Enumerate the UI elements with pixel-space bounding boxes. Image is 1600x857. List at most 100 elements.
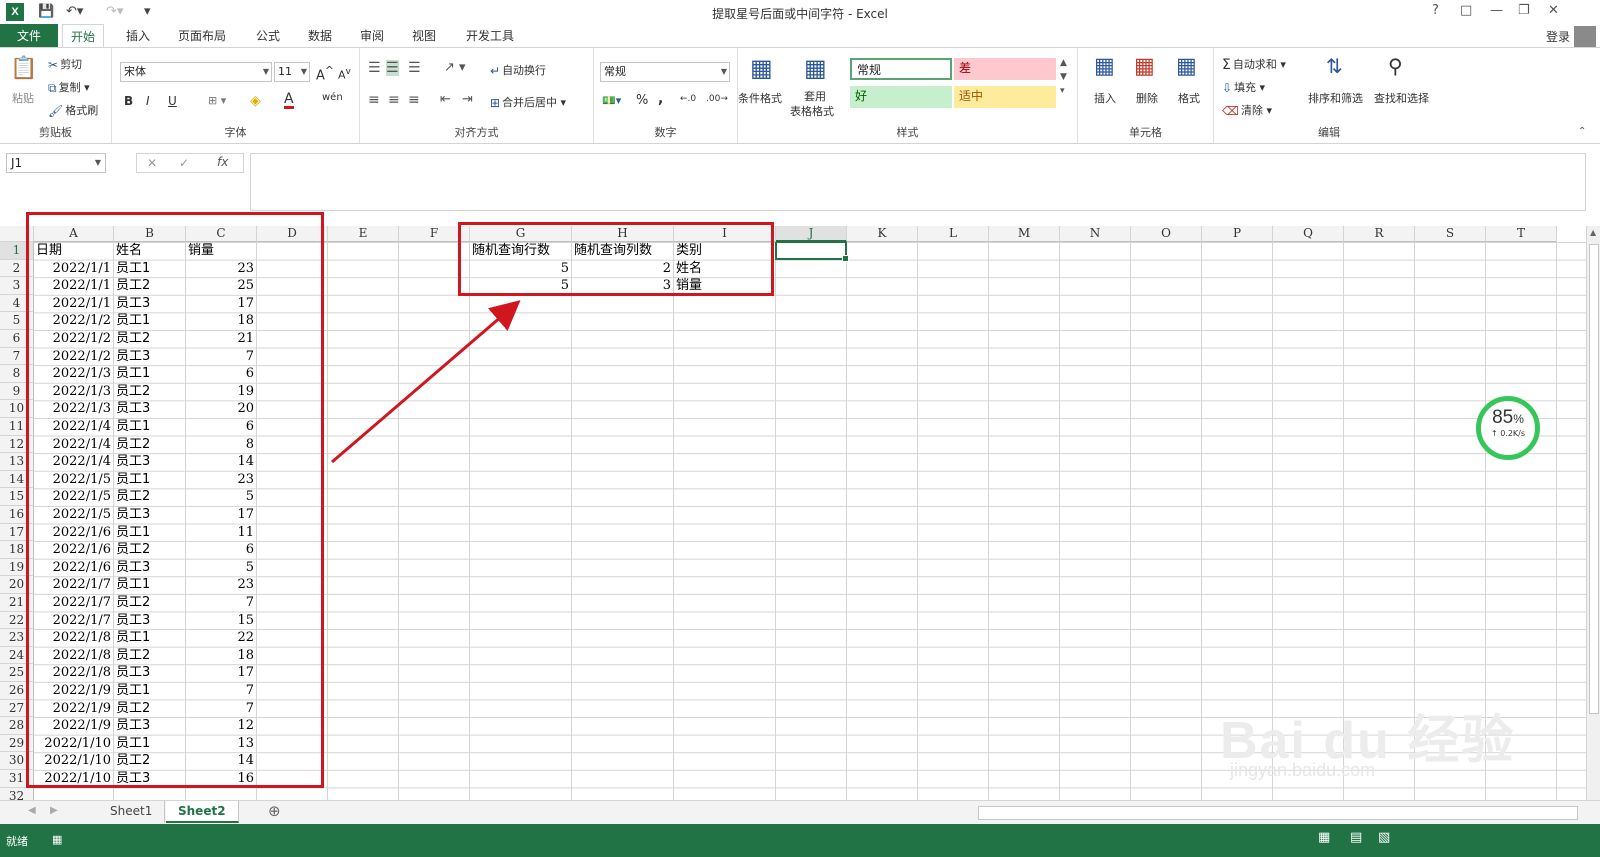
font-size-select[interactable]: 11 ▼	[274, 62, 310, 82]
enter-icon[interactable]: ✓	[179, 156, 189, 170]
maximize-icon[interactable]: ❐	[1518, 3, 1530, 18]
column-header-s[interactable]: S	[1415, 226, 1486, 242]
brush-icon: 🖌	[48, 104, 64, 118]
minimize-icon[interactable]: —	[1490, 3, 1503, 18]
scroll-up-icon[interactable]: ▲	[1590, 228, 1596, 237]
font-name-select[interactable]: 宋体 ▼	[120, 62, 272, 82]
sort-filter-button[interactable]: 排序和筛选	[1308, 90, 1363, 106]
delete-cells-button[interactable]: 删除	[1136, 90, 1158, 106]
network-speed-widget[interactable]: 85% ↑ 0.2K/s	[1476, 396, 1540, 460]
currency-icon[interactable]: 💵▾	[602, 94, 621, 107]
style-good[interactable]: 好	[850, 86, 952, 108]
tab-developer[interactable]: 开发工具	[458, 24, 522, 48]
column-header-n[interactable]: N	[1060, 226, 1131, 242]
underline-button[interactable]: U	[168, 94, 177, 108]
conditional-format-button[interactable]: 条件格式	[738, 90, 782, 106]
cancel-icon[interactable]: ✕	[147, 156, 157, 170]
vertical-scrollbar[interactable]: ▲	[1586, 226, 1600, 800]
style-neutral[interactable]: 适中	[954, 86, 1056, 108]
increase-indent-icon[interactable]: ⇥	[462, 92, 473, 107]
page-layout-view-icon[interactable]: ▤	[1350, 830, 1362, 845]
grow-font-icon[interactable]: A^	[316, 64, 334, 83]
avatar[interactable]	[1574, 26, 1596, 48]
prev-sheet-icon[interactable]: ◀	[28, 805, 36, 816]
align-middle-icon[interactable]: ☰	[386, 60, 399, 76]
normal-view-icon[interactable]: ▦	[1318, 830, 1330, 845]
italic-button[interactable]: I	[146, 94, 150, 108]
column-header-t[interactable]: T	[1486, 226, 1557, 242]
column-header-k[interactable]: K	[847, 226, 918, 242]
gridline	[673, 242, 674, 802]
phonetic-icon[interactable]: wén	[322, 92, 343, 103]
add-sheet-icon[interactable]: ⊕	[268, 802, 281, 820]
format-painter-button[interactable]: 🖌 格式刷	[48, 102, 98, 118]
column-header-p[interactable]: P	[1202, 226, 1273, 242]
tab-file[interactable]: 文件	[0, 24, 58, 48]
tab-formulas[interactable]: 公式	[248, 24, 288, 48]
tab-home[interactable]: 开始	[62, 24, 105, 48]
format-cells-button[interactable]: 格式	[1178, 90, 1200, 106]
column-header-l[interactable]: L	[918, 226, 989, 242]
number-format-select[interactable]: 常规 ▼	[600, 62, 730, 82]
find-select-button[interactable]: 查找和选择	[1374, 90, 1429, 106]
column-header-o[interactable]: O	[1131, 226, 1202, 242]
next-sheet-icon[interactable]: ▶	[50, 805, 58, 816]
copy-button[interactable]: ⧉ 复制 ▾	[48, 79, 90, 96]
login-link[interactable]: 登录	[1546, 28, 1570, 45]
increase-decimal-icon[interactable]: ←.0	[680, 94, 696, 104]
percent-button[interactable]: %	[636, 93, 648, 108]
help-icon[interactable]: ?	[1432, 3, 1439, 18]
tab-review[interactable]: 审阅	[352, 24, 392, 48]
comma-button[interactable]: ,	[658, 91, 663, 107]
tab-page-layout[interactable]: 页面布局	[170, 24, 234, 48]
fill-button[interactable]: ⇩ 填充 ▾	[1222, 79, 1265, 95]
delete-cells-icon: ▦	[1134, 54, 1155, 79]
decrease-decimal-icon[interactable]: .00→	[706, 94, 728, 104]
bold-button[interactable]: B	[124, 94, 133, 108]
ribbon-display-icon[interactable]: □	[1460, 3, 1472, 18]
editing-group: Σ 自动求和 ▾ ⇩ 填充 ▾ ⌫ 清除 ▾ ⇅ 排序和筛选 ⚲ 查找和选择 编辑	[1214, 48, 1444, 143]
column-header-j[interactable]: J	[776, 226, 847, 242]
horizontal-scrollbar[interactable]	[978, 806, 1578, 820]
tab-data[interactable]: 数据	[300, 24, 340, 48]
align-left-icon[interactable]: ≡	[368, 92, 380, 108]
align-right-icon[interactable]: ≡	[408, 92, 420, 108]
align-top-icon[interactable]: ☰	[368, 60, 381, 76]
wrap-text-button[interactable]: ↵ 自动换行	[490, 62, 546, 78]
column-header-r[interactable]: R	[1344, 226, 1415, 242]
style-bad[interactable]: 差	[954, 58, 1056, 80]
merge-center-button[interactable]: ⊞ 合并后居中 ▾	[490, 94, 566, 110]
fill-color-icon[interactable]: ◈	[250, 93, 261, 109]
orientation-icon[interactable]: ↗ ▾	[444, 60, 466, 75]
sheet-tab-1[interactable]: Sheet1	[98, 801, 166, 823]
paste-button[interactable]: 粘贴	[12, 90, 34, 106]
style-normal[interactable]: 常规	[850, 58, 952, 80]
insert-function-button[interactable]: fx	[217, 155, 228, 169]
border-icon[interactable]: ⊞ ▾	[208, 94, 226, 107]
insert-cells-button[interactable]: 插入	[1094, 90, 1116, 106]
close-icon[interactable]: ✕	[1548, 3, 1559, 18]
vertical-scroll-thumb[interactable]	[1589, 244, 1599, 714]
cut-button[interactable]: ✂ 剪切	[48, 56, 82, 72]
collapse-ribbon-icon[interactable]: ⌃	[1578, 126, 1586, 137]
page-break-view-icon[interactable]: ▧	[1378, 830, 1390, 845]
column-header-m[interactable]: M	[989, 226, 1060, 242]
decrease-indent-icon[interactable]: ⇤	[440, 92, 451, 107]
macro-record-icon[interactable]: ▦	[52, 833, 62, 846]
autosum-button[interactable]: Σ 自动求和 ▾	[1222, 56, 1286, 73]
table-format-button-line2[interactable]: 表格格式	[790, 103, 834, 119]
align-center-icon[interactable]: ≡	[388, 92, 400, 108]
formula-input[interactable]	[250, 153, 1586, 211]
tab-insert[interactable]: 插入	[118, 24, 158, 48]
align-bottom-icon[interactable]: ☰	[408, 60, 421, 76]
styles-scroll-icon[interactable]: ▲ ▼ ▾	[1060, 56, 1067, 98]
shrink-font-icon[interactable]: Av	[338, 66, 351, 82]
font-color-button[interactable]: A	[284, 92, 294, 109]
table-format-button-line1[interactable]: 套用	[804, 88, 826, 104]
column-header-q[interactable]: Q	[1273, 226, 1344, 242]
column-header-e[interactable]: E	[328, 226, 399, 242]
name-box[interactable]: J1 ▼	[6, 153, 106, 173]
sheet-tab-2[interactable]: Sheet2	[166, 801, 239, 823]
clear-button[interactable]: ⌫ 清除 ▾	[1222, 102, 1272, 118]
tab-view[interactable]: 视图	[404, 24, 444, 48]
